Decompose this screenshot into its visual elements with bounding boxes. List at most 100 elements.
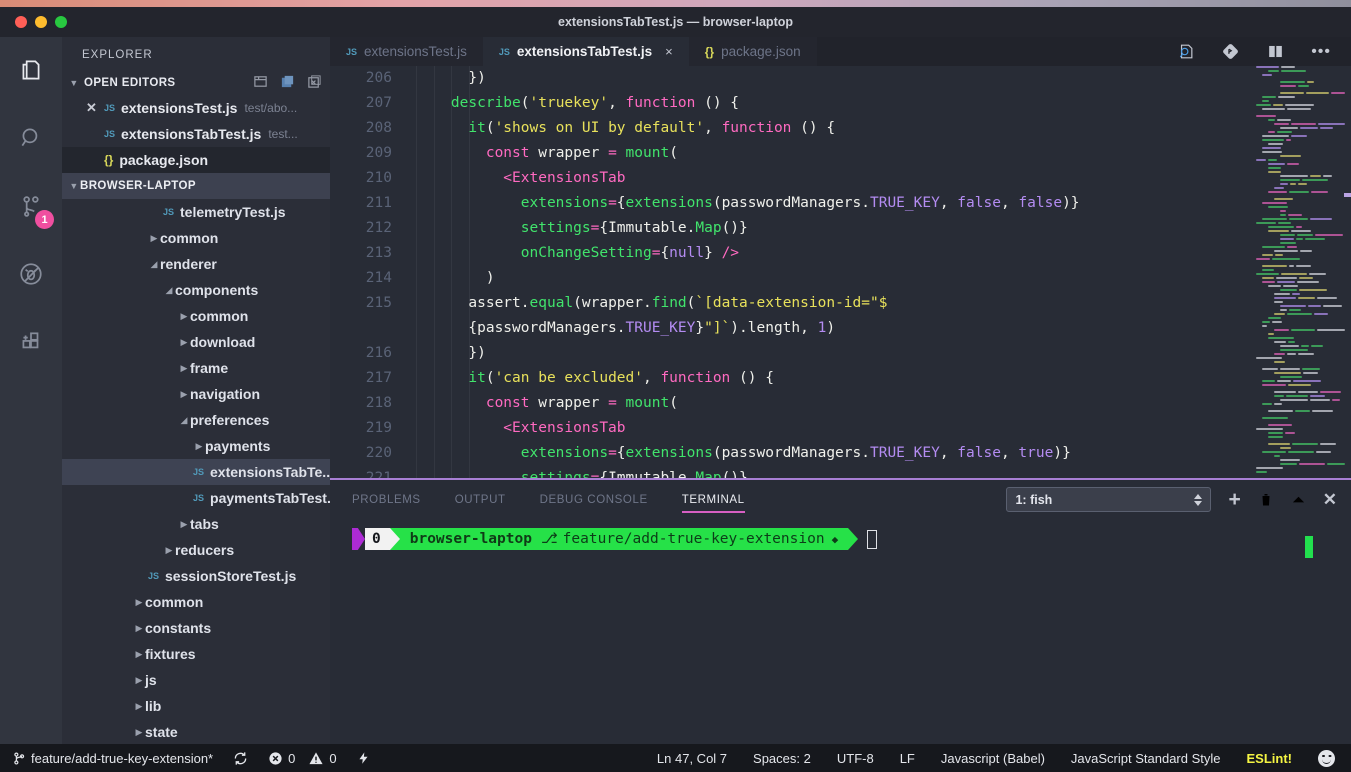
code-line[interactable]: 219 <ExtensionsTab [330,416,1250,441]
status-item[interactable]: Spaces: 2 [753,751,811,766]
js-file-icon: JS [104,103,115,113]
code-editor[interactable]: 206 })207 describe('truekey', function (… [330,66,1250,480]
status-item[interactable]: UTF-8 [837,751,874,766]
split-editor-icon[interactable] [1266,42,1285,61]
chevron-right-icon: ▶ [133,597,145,608]
debug-disabled-icon[interactable] [16,259,46,289]
window-title: extensionsTabTest.js — browser-laptop [558,15,793,29]
sync-status-item[interactable] [233,751,248,766]
open-editor-detail: test... [268,127,297,141]
tree-folder-item[interactable]: ◢renderer [62,251,330,277]
chevron-right-icon: ▶ [193,441,205,452]
status-item[interactable]: JavaScript Standard Style [1071,751,1221,766]
tree-folder-item[interactable]: ▶tabs [62,511,330,537]
zoom-window-button[interactable] [55,16,67,28]
code-line[interactable]: 216 }) [330,341,1250,366]
status-item[interactable]: LF [900,751,915,766]
explorer-icon[interactable] [16,55,46,85]
tree-folder-item[interactable]: ▶common [62,589,330,615]
new-terminal-icon[interactable]: + [1228,489,1240,510]
tree-folder-item[interactable]: ▶js [62,667,330,693]
js-file-icon: JS [499,47,510,57]
code-line[interactable]: 215 assert.equal(wrapper.find(`[data-ext… [330,291,1250,316]
new-untitled-file-icon[interactable] [253,74,268,89]
git-compare-icon[interactable] [1221,42,1240,61]
editor-tab[interactable]: JSextensionsTest.js [330,37,483,66]
feedback-status-item[interactable] [357,750,370,766]
search-icon[interactable] [16,123,46,153]
close-window-button[interactable] [15,16,27,28]
code-line[interactable]: 209 const wrapper = mount( [330,141,1250,166]
code-line[interactable]: 211 extensions={extensions(passwordManag… [330,191,1250,216]
panel-tab-problems[interactable]: PROBLEMS [352,488,421,513]
tree-folder-item[interactable]: ▶navigation [62,381,330,407]
extensions-icon[interactable] [16,327,46,357]
code-line[interactable]: 214 ) [330,266,1250,291]
kill-terminal-icon[interactable] [1258,491,1274,508]
code-line[interactable]: 220 extensions={extensions(passwordManag… [330,441,1250,466]
terminal[interactable]: 0 browser-laptop ⎇ feature/add-true-key-… [352,528,1341,744]
tree-folder-item[interactable]: ▶lib [62,693,330,719]
panel-tab-debug-console[interactable]: DEBUG CONSOLE [540,488,648,513]
line-number: 210 [330,166,392,191]
find-in-file-icon[interactable] [1176,42,1195,61]
close-tab-icon[interactable]: × [665,44,673,59]
tree-file-item[interactable]: JSsessionStoreTest.js [62,563,330,589]
editor-tabbar: JSextensionsTest.jsJSextensionsTabTest.j… [330,37,1351,66]
more-actions-icon[interactable]: ••• [1311,43,1331,61]
close-panel-icon[interactable]: ✕ [1323,491,1337,508]
tree-folder-item[interactable]: ▶frame [62,355,330,381]
status-item[interactable]: Javascript (Babel) [941,751,1045,766]
code-line[interactable]: 206 }) [330,66,1250,91]
problems-status-item[interactable]: 0 0 [268,751,336,766]
tree-folder-item[interactable]: ◢preferences [62,407,330,433]
code-line[interactable]: 212 settings={Immutable.Map()} [330,216,1250,241]
panel-controls: 1: fish + ✕ [1006,487,1337,512]
tree-file-item[interactable]: JSpaymentsTabTest... [62,485,330,511]
tree-folder-item[interactable]: ▶state [62,719,330,744]
open-editor-item[interactable]: JSextensionsTabTest.jstest... [62,121,330,147]
save-all-icon[interactable] [280,74,295,89]
editor-tab[interactable]: JSextensionsTabTest.js× [483,37,689,66]
code-line[interactable]: 213 onChangeSetting={null} /> [330,241,1250,266]
minimap[interactable] [1252,66,1345,480]
tree-folder-item[interactable]: ▶payments [62,433,330,459]
code-line[interactable]: 218 const wrapper = mount( [330,391,1250,416]
tree-file-item[interactable]: JSextensionsTabTe... [62,459,330,485]
tree-folder-item[interactable]: ▶download [62,329,330,355]
editor-actions: ••• [817,37,1351,66]
close-all-editors-icon[interactable] [307,74,322,89]
maximize-panel-icon[interactable] [1291,492,1306,507]
branch-status-item[interactable]: feature/add-true-key-extension* [12,751,213,766]
open-editors-header[interactable]: ▼ OPEN EDITORS [62,71,330,95]
tree-folder-item[interactable]: ▶constants [62,615,330,641]
code-line[interactable]: {passwordManagers.TRUE_KEY}"]`).length, … [330,316,1250,341]
tree-folder-item[interactable]: ▶reducers [62,537,330,563]
tree-folder-item[interactable]: ▶fixtures [62,641,330,667]
chevron-right-icon: ▶ [133,649,145,660]
minimize-window-button[interactable] [35,16,47,28]
folder-root-header[interactable]: ▼ BROWSER-LAPTOP [62,173,330,199]
open-editor-item[interactable]: {}package.json [62,147,330,173]
code-line[interactable]: 207 describe('truekey', function () { [330,91,1250,116]
code-line[interactable]: 210 <ExtensionsTab [330,166,1250,191]
status-item[interactable]: Ln 47, Col 7 [657,751,727,766]
tree-folder-item[interactable]: ▶common [62,303,330,329]
tree-file-item[interactable]: JStelemetryTest.js [62,199,330,225]
open-editor-item[interactable]: ✕JSextensionsTest.jstest/abo... [62,95,330,121]
panel-tab-output[interactable]: OUTPUT [455,488,506,513]
tree-folder-item[interactable]: ▶common [62,225,330,251]
terminal-select[interactable]: 1: fish [1006,487,1211,512]
tree-folder-item[interactable]: ◢components [62,277,330,303]
code-line[interactable]: 217 it('can be excluded', function () { [330,366,1250,391]
source-control-icon[interactable]: 1 [16,191,46,221]
editor-area: JSextensionsTest.jsJSextensionsTabTest.j… [330,37,1351,480]
git-branch-icon [12,751,26,766]
panel-tab-terminal[interactable]: TERMINAL [682,488,745,513]
code-line[interactable]: 208 it('shows on UI by default', functio… [330,116,1250,141]
close-editor-icon[interactable]: ✕ [86,100,100,116]
tree-item-label: common [160,230,218,246]
feedback-smiley-icon[interactable] [1318,750,1335,767]
editor-tab[interactable]: {}package.json [689,37,817,66]
eslint-status-item[interactable]: ESLint! [1247,751,1293,766]
